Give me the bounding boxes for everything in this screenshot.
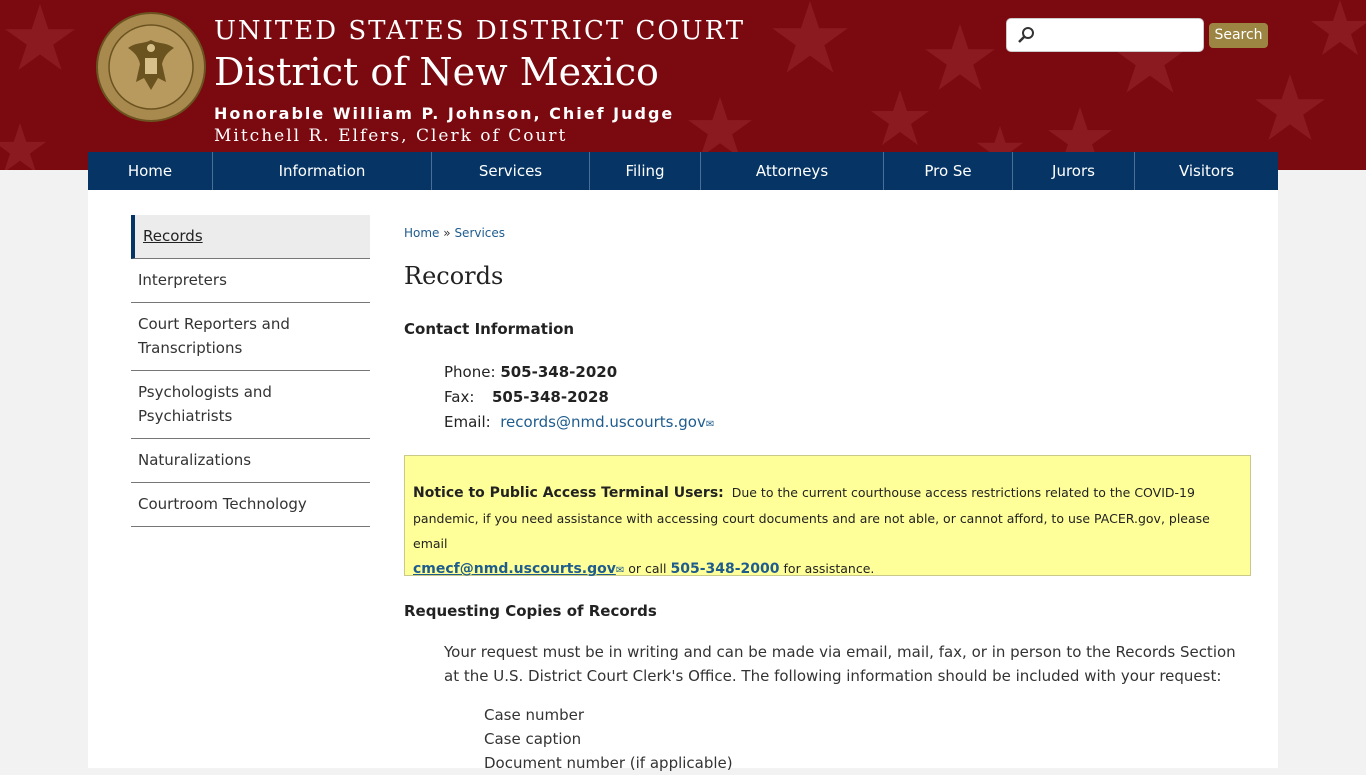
email-label: Email: [444, 413, 491, 431]
notice-phone[interactable]: 505-348-2000 [670, 561, 779, 577]
list-item: Document number (if applicable) [484, 754, 733, 772]
contact-heading: Contact Information [404, 320, 575, 338]
sidebar-item-psychologists[interactable]: Psychologists and Psychiatrists [131, 371, 370, 439]
page-title: Records [404, 262, 504, 290]
list-item: Case caption [484, 730, 582, 748]
phone-label: Phone: [444, 363, 496, 381]
search-button[interactable]: Search [1209, 23, 1268, 48]
nav-jurors[interactable]: Jurors [1013, 152, 1135, 190]
clerk-line: Mitchell R. Elfers, Clerk of Court [214, 126, 568, 146]
sidebar-item-records[interactable]: Records [131, 215, 370, 259]
breadcrumb-services-link[interactable]: Services [454, 226, 505, 240]
district-name[interactable]: District of New Mexico [214, 50, 659, 94]
main-nav: Home Information Services Filing Attorne… [88, 152, 1278, 190]
nav-home[interactable]: Home [88, 152, 213, 190]
breadcrumb: Home » Services [404, 226, 505, 240]
fax-label: Fax: [444, 388, 475, 406]
nav-visitors[interactable]: Visitors [1135, 152, 1278, 190]
fax-value: 505-348-2028 [492, 388, 609, 406]
nav-information[interactable]: Information [213, 152, 432, 190]
nav-filing[interactable]: Filing [590, 152, 701, 190]
sidebar-item-courtroom-technology[interactable]: Courtroom Technology [131, 483, 370, 527]
nav-services[interactable]: Services [432, 152, 590, 190]
nav-pro-se[interactable]: Pro Se [884, 152, 1013, 190]
sidebar-item-naturalizations[interactable]: Naturalizations [131, 439, 370, 483]
mail-icon: ✉ [615, 565, 625, 576]
cmecf-email-link[interactable]: cmecf@nmd.uscourts.gov [413, 561, 616, 577]
nav-attorneys[interactable]: Attorneys [701, 152, 884, 190]
court-seal-icon [96, 12, 206, 122]
notice-or-call: or call [628, 561, 667, 576]
copies-heading: Requesting Copies of Records [404, 602, 657, 620]
sidebar-item-interpreters[interactable]: Interpreters [131, 259, 370, 303]
contact-info: Phone: 505-348-2020 Fax: 505-348-2028 Ema… [444, 360, 714, 437]
covid-notice-box: Notice to Public Access Terminal Users: … [404, 455, 1251, 577]
required-info-list: Case number Case caption Document number… [484, 703, 733, 775]
list-item: Case number [484, 706, 585, 724]
sidebar-menu: Records Interpreters Court Reporters and… [131, 215, 370, 527]
records-email-link[interactable]: records@nmd.uscourts.gov [500, 413, 706, 431]
notice-assistance: for assistance. [783, 561, 875, 576]
phone-value: 505-348-2020 [500, 363, 618, 381]
search-input[interactable] [1006, 18, 1204, 52]
mail-icon: ✉ [705, 419, 715, 430]
court-name-line: UNITED STATES DISTRICT COURT [214, 16, 746, 46]
notice-lead: Notice to Public Access Terminal Users: [413, 485, 724, 501]
sidebar-item-court-reporters[interactable]: Court Reporters and Transcriptions [131, 303, 370, 371]
chief-judge-line: Honorable William P. Johnson, Chief Judg… [214, 104, 675, 123]
breadcrumb-separator: » [443, 226, 451, 240]
copies-paragraph: Your request must be in writing and can … [444, 643, 1236, 685]
breadcrumb-home-link[interactable]: Home [404, 226, 439, 240]
search-icon [1018, 27, 1034, 43]
site-header: UNITED STATES DISTRICT COURT District of… [0, 0, 1366, 170]
